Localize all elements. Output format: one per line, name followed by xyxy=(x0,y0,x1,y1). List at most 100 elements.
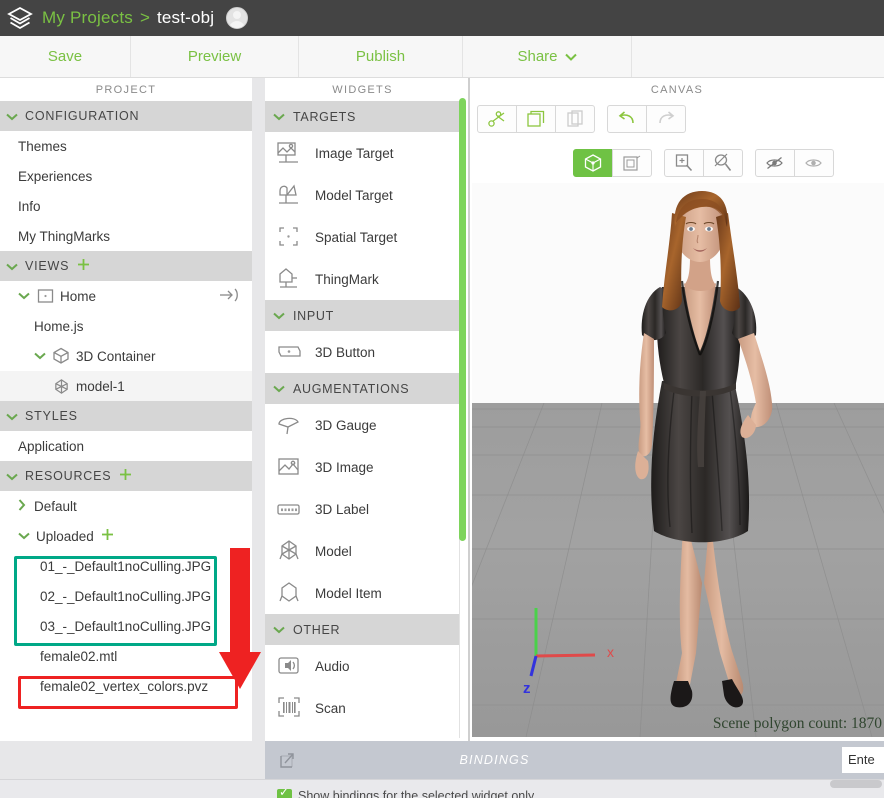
tree-row[interactable]: My ThingMarks xyxy=(0,221,252,251)
widgets-section-augmentations[interactable]: AUGMENTATIONS xyxy=(265,373,459,404)
zoom-fit-button[interactable] xyxy=(664,149,704,177)
widget-item[interactable]: Spatial Target xyxy=(265,216,459,258)
tree-row[interactable]: 03_-_Default1noCulling.JPG xyxy=(0,611,252,641)
tree-row[interactable]: Home.js xyxy=(0,311,252,341)
enter-view-icon[interactable] xyxy=(218,287,242,306)
widgets-section-other[interactable]: OTHER xyxy=(265,614,459,645)
bindings-title: BINDINGS xyxy=(265,753,884,767)
3d-viewport[interactable]: x z Scene polygon count: 1870 xyxy=(472,183,884,737)
widgets-section-input[interactable]: INPUT xyxy=(265,300,459,331)
plus-icon[interactable] xyxy=(77,256,90,276)
widget-item-label: Model Target xyxy=(315,188,393,203)
view-3d-button[interactable] xyxy=(573,149,613,177)
preview-label: Preview xyxy=(188,48,241,65)
tree-row[interactable]: 02_-_Default1noCulling.JPG xyxy=(0,581,252,611)
tree-row[interactable]: female02.mtl xyxy=(0,641,252,671)
tree-row-label: Application xyxy=(18,439,84,454)
project-section-label: STYLES xyxy=(25,409,78,423)
widgets-section-targets[interactable]: TARGETS xyxy=(265,101,459,132)
tree-row[interactable]: Themes xyxy=(0,131,252,161)
redo-button[interactable] xyxy=(646,105,686,133)
widget-item[interactable]: 3D Gauge xyxy=(265,404,459,446)
widget-item[interactable]: 3D Image xyxy=(265,446,459,488)
widget-item[interactable]: Scan xyxy=(265,687,459,729)
preview-button[interactable]: Preview xyxy=(131,36,299,77)
plus-icon[interactable] xyxy=(101,528,114,544)
button-3d-icon xyxy=(275,338,305,366)
bottom-checkbox-label: Show bindings for the selected widget on… xyxy=(298,789,534,798)
breadcrumb-my-projects[interactable]: My Projects xyxy=(42,8,133,28)
layers-logo-icon[interactable] xyxy=(6,5,34,31)
axis-z-label: z xyxy=(523,680,531,697)
project-tree-panel: CONFIGURATION ThemesExperiencesInfoMy Thi… xyxy=(0,101,252,771)
tree-row-label: female02_vertex_colors.pvz xyxy=(40,679,208,694)
undo-button[interactable] xyxy=(607,105,647,133)
project-section-views[interactable]: VIEWS xyxy=(0,251,252,281)
model-target-icon xyxy=(275,181,305,209)
paste-button[interactable] xyxy=(555,105,595,133)
scene-polygon-count: Scene polygon count: 1870 xyxy=(713,715,882,733)
zoom-selection-button[interactable] xyxy=(703,149,743,177)
widget-item[interactable]: Model xyxy=(265,530,459,572)
widgets-scrollbar-thumb[interactable] xyxy=(459,98,466,541)
checked-checkbox-icon[interactable] xyxy=(277,789,292,798)
chevron-down-icon xyxy=(6,109,18,124)
share-dropdown-button[interactable]: Share xyxy=(463,36,632,77)
project-section-resources[interactable]: RESOURCES xyxy=(0,461,252,491)
tree-row[interactable]: 3D Container xyxy=(0,341,252,371)
tree-row-label: Home xyxy=(60,289,96,304)
widget-item[interactable]: 3D Button xyxy=(265,331,459,373)
plus-icon[interactable] xyxy=(119,466,132,486)
bindings-search-input[interactable]: Ente xyxy=(842,747,884,773)
view-square-icon xyxy=(36,287,54,305)
widget-item[interactable]: Model Target xyxy=(265,174,459,216)
chevron-down-icon xyxy=(565,48,577,65)
tree-row-label: 03_-_Default1noCulling.JPG xyxy=(40,619,211,634)
save-button[interactable]: Save xyxy=(0,36,131,77)
widget-item[interactable]: Image Target xyxy=(265,132,459,174)
project-section-configuration[interactable]: CONFIGURATION xyxy=(0,101,252,131)
tree-row[interactable]: Application xyxy=(0,431,252,461)
widget-item[interactable]: Audio xyxy=(265,645,459,687)
expand-popout-icon[interactable] xyxy=(277,749,299,771)
hide-button[interactable] xyxy=(755,149,795,177)
tree-row-label: 02_-_Default1noCulling.JPG xyxy=(40,589,211,604)
view-2d-button[interactable] xyxy=(612,149,652,177)
chevron-down-icon[interactable] xyxy=(34,349,46,363)
tree-row[interactable]: 01_-_Default1noCulling.JPG xyxy=(0,551,252,581)
show-button[interactable] xyxy=(794,149,834,177)
horizontal-scrollbar-thumb[interactable] xyxy=(830,780,882,788)
widgets-scrollbar-track[interactable] xyxy=(459,90,468,740)
user-avatar-icon[interactable] xyxy=(226,7,248,29)
project-section-label: CONFIGURATION xyxy=(25,109,139,123)
widget-item-label: Spatial Target xyxy=(315,230,397,245)
widget-item[interactable]: Model Item xyxy=(265,572,459,614)
chevron-down-icon[interactable] xyxy=(18,289,30,303)
canvas-view-toolbar xyxy=(573,149,834,177)
tree-row[interactable]: female02_vertex_colors.pvz xyxy=(0,671,252,701)
spatial-target-icon xyxy=(275,223,305,251)
chevron-down-icon[interactable] xyxy=(18,529,30,543)
cut-button[interactable] xyxy=(477,105,517,133)
copy-button[interactable] xyxy=(516,105,556,133)
tree-row[interactable]: model-1 xyxy=(0,371,252,401)
widget-item[interactable]: 3D Label xyxy=(265,488,459,530)
tree-row[interactable]: Experiences xyxy=(0,161,252,191)
axis-gizmo: x z xyxy=(500,594,620,704)
menu-bar: Save Preview Publish Share xyxy=(0,36,884,78)
tree-row-label: model-1 xyxy=(76,379,125,394)
tree-row[interactable]: Home xyxy=(0,281,252,311)
canvas-panel: x z Scene polygon count: 1870 xyxy=(470,101,884,737)
publish-button[interactable]: Publish xyxy=(299,36,463,77)
project-section-styles[interactable]: STYLES xyxy=(0,401,252,431)
tree-row[interactable]: Info xyxy=(0,191,252,221)
widget-item[interactable]: ThingMark xyxy=(265,258,459,300)
tree-row[interactable]: Default xyxy=(0,491,252,521)
3d-character-model[interactable] xyxy=(592,183,822,737)
widget-item-label: Image Target xyxy=(315,146,394,161)
chevron-right-icon[interactable] xyxy=(18,499,26,514)
axis-x-label: x xyxy=(607,644,614,660)
tree-row[interactable]: Uploaded xyxy=(0,521,252,551)
visibility-button-group xyxy=(755,149,834,177)
history-button-group xyxy=(607,105,686,133)
